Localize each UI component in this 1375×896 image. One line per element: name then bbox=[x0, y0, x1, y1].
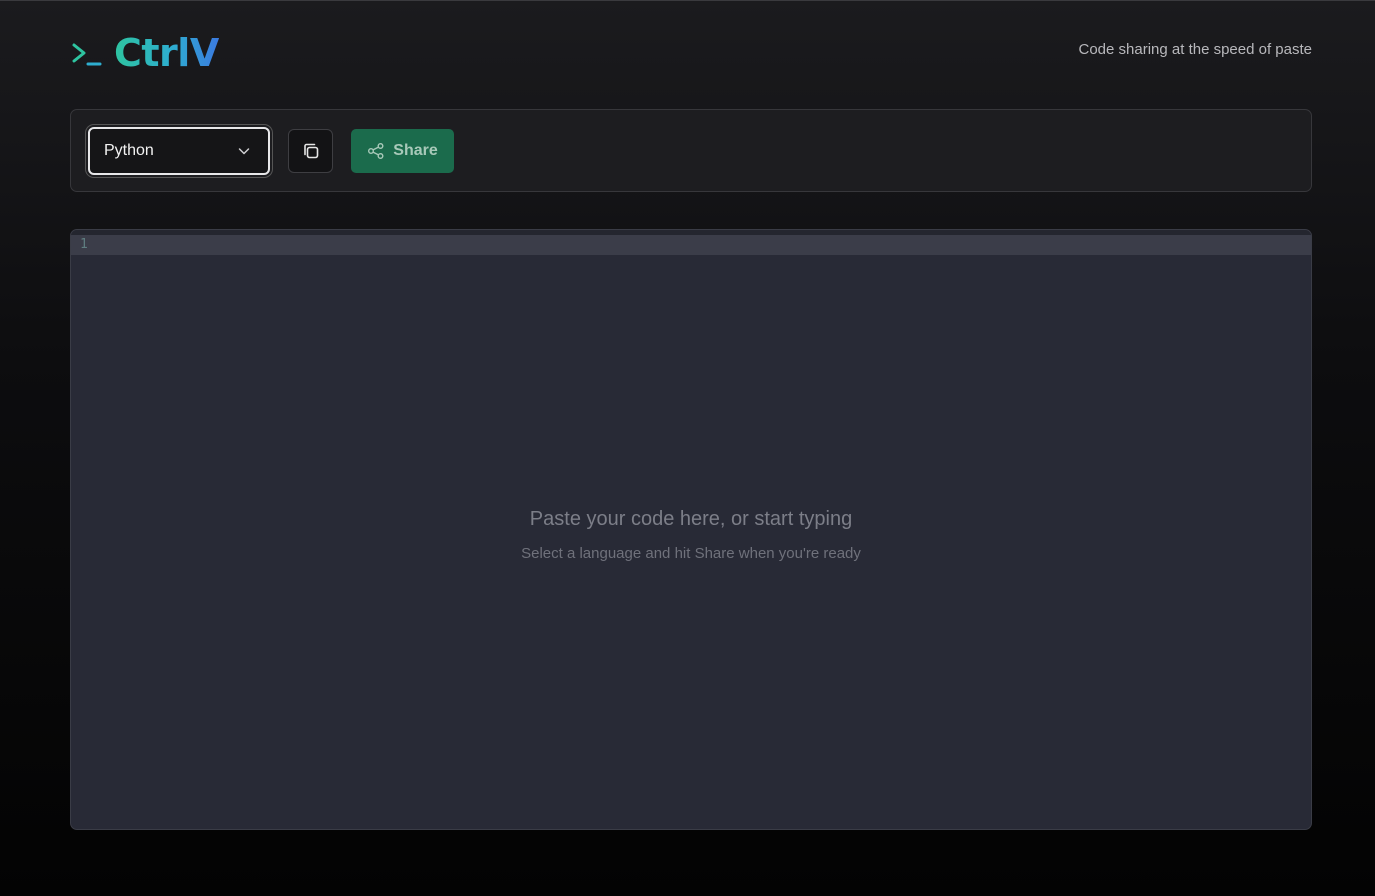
tagline: Code sharing at the speed of paste bbox=[1078, 41, 1313, 58]
share-icon bbox=[368, 143, 384, 159]
toolbar: Python Share bbox=[70, 109, 1312, 192]
logo-text: CtrlV bbox=[114, 31, 219, 75]
chevron-down-icon bbox=[238, 148, 250, 155]
copy-button[interactable] bbox=[288, 129, 333, 173]
language-select-value: Python bbox=[104, 142, 154, 159]
app-header: CtrlV Code sharing at the speed of paste bbox=[70, 29, 1312, 77]
editor-placeholder-title: Paste your code here, or start typing bbox=[529, 508, 853, 530]
code-editor[interactable]: 1 Paste your code here, or start typing … bbox=[70, 229, 1312, 830]
terminal-prompt-icon bbox=[72, 43, 102, 66]
logo[interactable]: CtrlV bbox=[70, 29, 219, 77]
copy-icon bbox=[303, 143, 318, 159]
share-button[interactable]: Share bbox=[351, 129, 454, 173]
language-select[interactable]: Python bbox=[88, 127, 270, 175]
line-number: 1 bbox=[80, 237, 88, 252]
share-button-label: Share bbox=[393, 142, 438, 159]
active-line-highlight bbox=[71, 235, 1311, 255]
editor-placeholder-subtitle: Select a language and hit Share when you… bbox=[521, 545, 861, 562]
